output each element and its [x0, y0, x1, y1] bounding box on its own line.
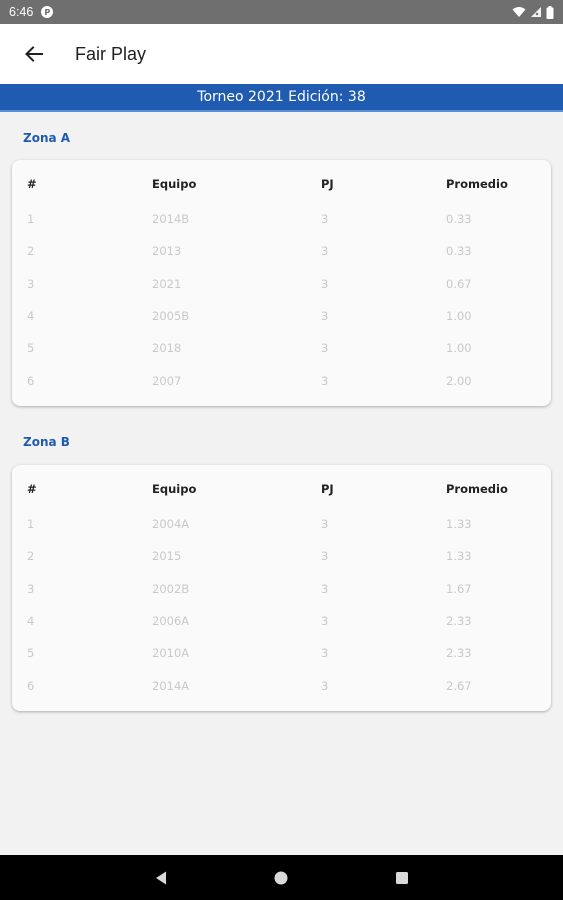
rank-cell: 3 [27, 582, 35, 596]
table-row[interactable]: 2 2013 3 0.33 [12, 235, 551, 267]
table-row[interactable]: 2 2015 3 1.33 [12, 540, 551, 572]
average-cell: 1.33 [446, 517, 472, 531]
rank-cell: 4 [27, 309, 35, 323]
table-row[interactable]: 1 2004A 3 1.33 [12, 508, 551, 540]
tournament-banner: Torneo 2021 Edición: 38 [0, 84, 563, 112]
table-row[interactable]: 3 2021 3 0.67 [12, 268, 551, 300]
rank-cell: 1 [27, 212, 35, 226]
team-cell: 2013 [152, 244, 182, 258]
table-row[interactable]: 3 2002B 3 1.67 [12, 573, 551, 605]
nav-back-icon [156, 871, 166, 885]
rank-cell: 1 [27, 517, 35, 531]
status-bar: 6:46 P [0, 0, 563, 24]
rank-cell: 3 [27, 277, 35, 291]
column-header-played: PJ [321, 177, 334, 191]
column-header-played: PJ [321, 482, 334, 496]
team-cell: 2021 [152, 277, 182, 291]
team-cell: 2014A [152, 679, 190, 693]
team-cell: 2015 [152, 549, 182, 563]
played-cell: 3 [321, 582, 329, 596]
table-row[interactable]: 5 2010A 3 2.33 [12, 637, 551, 669]
zone-a-table-card: # Equipo PJ Promedio 1 2014B 3 0.33 2 20… [12, 160, 551, 406]
played-cell: 3 [321, 244, 329, 258]
average-cell: 2.67 [446, 679, 472, 693]
notification-app-icon: P [41, 6, 54, 18]
zone-title-a: Zona A [23, 131, 71, 145]
played-cell: 3 [321, 341, 329, 355]
table-header-row: # Equipo PJ Promedio [12, 473, 551, 505]
team-cell: 2007 [152, 374, 182, 388]
rank-cell: 2 [27, 549, 35, 563]
column-header-team: Equipo [152, 177, 197, 191]
team-cell: 2005B [152, 309, 190, 323]
average-cell: 0.33 [446, 212, 472, 226]
rank-cell: 6 [27, 374, 35, 388]
average-cell: 1.67 [446, 582, 472, 596]
column-header-average: Promedio [446, 482, 508, 496]
column-header-rank: # [27, 482, 37, 496]
table-row[interactable]: 5 2018 3 1.00 [12, 332, 551, 364]
average-cell: 1.00 [446, 341, 472, 355]
played-cell: 3 [321, 549, 329, 563]
team-cell: 2018 [152, 341, 182, 355]
rank-cell: 2 [27, 244, 35, 258]
played-cell: 3 [321, 517, 329, 531]
status-icons [512, 5, 554, 19]
average-cell: 1.33 [446, 549, 472, 563]
team-cell: 2002B [152, 582, 190, 596]
played-cell: 3 [321, 212, 329, 226]
team-cell: 2014B [152, 212, 190, 226]
column-header-average: Promedio [446, 177, 508, 191]
signal-icon [531, 7, 541, 17]
table-row[interactable]: 4 2005B 3 1.00 [12, 300, 551, 332]
nav-home-icon [274, 871, 288, 885]
table-row[interactable]: 4 2006A 3 2.33 [12, 605, 551, 637]
average-cell: 2.33 [446, 646, 472, 660]
average-cell: 0.33 [446, 244, 472, 258]
battery-icon [546, 5, 554, 19]
average-cell: 2.33 [446, 614, 472, 628]
status-time: 6:46 [9, 5, 34, 19]
played-cell: 3 [321, 646, 329, 660]
rank-cell: 5 [27, 341, 35, 355]
nav-recents-button[interactable] [387, 863, 417, 893]
played-cell: 3 [321, 614, 329, 628]
arrow-left-icon [25, 46, 43, 62]
table-row[interactable]: 1 2014B 3 0.33 [12, 203, 551, 235]
played-cell: 3 [321, 374, 329, 388]
table-header-row: # Equipo PJ Promedio [12, 168, 551, 200]
nav-back-button[interactable] [146, 863, 176, 893]
back-button[interactable] [22, 42, 46, 66]
wifi-icon [512, 7, 526, 17]
rank-cell: 6 [27, 679, 35, 693]
average-cell: 1.00 [446, 309, 472, 323]
table-row[interactable]: 6 2014A 3 2.67 [12, 670, 551, 702]
played-cell: 3 [321, 277, 329, 291]
table-row[interactable]: 6 2007 3 2.00 [12, 365, 551, 397]
system-nav-bar [0, 855, 563, 900]
rank-cell: 5 [27, 646, 35, 660]
rank-cell: 4 [27, 614, 35, 628]
team-cell: 2004A [152, 517, 190, 531]
nav-recents-icon [396, 872, 408, 884]
zone-b-table-card: # Equipo PJ Promedio 1 2004A 3 1.33 2 20… [12, 465, 551, 711]
zone-title-b: Zona B [23, 435, 70, 449]
tournament-banner-text: Torneo 2021 Edición: 38 [197, 89, 366, 105]
team-cell: 2006A [152, 614, 190, 628]
column-header-team: Equipo [152, 482, 197, 496]
team-cell: 2010A [152, 646, 190, 660]
page-title: Fair Play [75, 43, 147, 64]
column-header-rank: # [27, 177, 37, 191]
app-bar: Fair Play [0, 24, 563, 84]
average-cell: 2.00 [446, 374, 472, 388]
nav-home-button[interactable] [266, 863, 296, 893]
played-cell: 3 [321, 309, 329, 323]
average-cell: 0.67 [446, 277, 472, 291]
played-cell: 3 [321, 679, 329, 693]
